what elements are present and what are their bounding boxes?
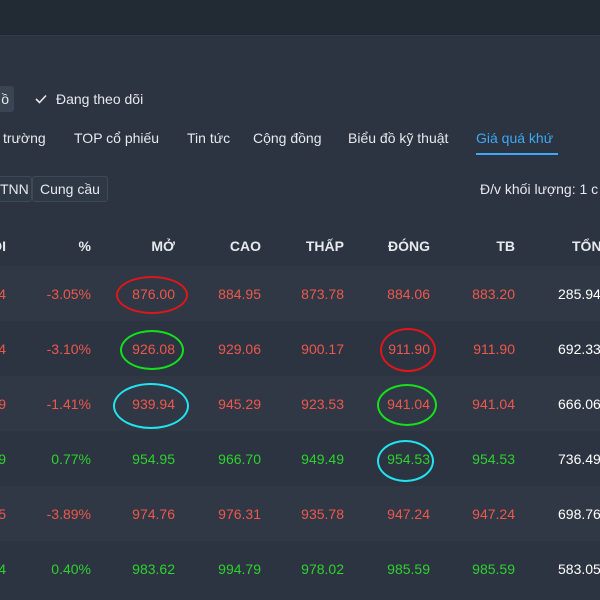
cell-close: 941.04 bbox=[387, 396, 430, 412]
cell-close: 911.90 bbox=[388, 341, 430, 357]
cell-percent: -3.05% bbox=[46, 286, 91, 302]
cell-close: 985.59 bbox=[387, 561, 430, 577]
cell-open: 939.94 bbox=[132, 396, 175, 412]
cell-low: 900.17 bbox=[301, 341, 344, 357]
cell-average: 954.53 bbox=[472, 451, 515, 467]
cell-change: 4 bbox=[0, 561, 6, 577]
cell-high: 976.31 bbox=[218, 506, 261, 522]
col-header-open: MỞ bbox=[151, 238, 175, 254]
cell-change: 5 bbox=[0, 506, 6, 522]
col-header-change: ỔI bbox=[0, 238, 6, 254]
cell-open: 974.76 bbox=[132, 506, 175, 522]
follow-label: Đang theo dõi bbox=[56, 91, 144, 107]
foreign-trade-button[interactable]: TNN bbox=[0, 176, 32, 202]
cell-average: 985.59 bbox=[472, 561, 515, 577]
cell-change: 9 bbox=[0, 396, 6, 412]
cell-percent: -3.10% bbox=[46, 341, 91, 357]
cell-average: 883.20 bbox=[472, 286, 515, 302]
tab-top-stocks[interactable]: TOP cổ phiếu bbox=[74, 130, 159, 146]
watch-toolbar: ồ Đang theo dõi bbox=[0, 84, 600, 114]
volume-unit-label: Đ/v khối lượng: 1 c bbox=[480, 181, 599, 197]
cell-high: 966.70 bbox=[218, 451, 261, 467]
cell-total: 666.06 bbox=[558, 396, 600, 412]
cell-change: 4 bbox=[0, 286, 6, 302]
cell-percent: -3.89% bbox=[46, 506, 91, 522]
cell-average: 941.04 bbox=[472, 396, 515, 412]
supply-demand-button[interactable]: Cung cầu bbox=[32, 176, 108, 202]
col-header-low: THẤP bbox=[305, 238, 344, 254]
supply-demand-label: Cung cầu bbox=[40, 181, 100, 197]
col-header-close: ĐÓNG bbox=[388, 238, 430, 254]
col-header-average: TB bbox=[496, 238, 515, 254]
cell-total: 692.33 bbox=[558, 341, 600, 357]
app-top-bar bbox=[0, 0, 600, 36]
cell-total: 736.49 bbox=[558, 451, 600, 467]
cell-close: 884.06 bbox=[387, 286, 430, 302]
table-row: 4 -3.10% 926.08 929.06 900.17 911.90 911… bbox=[0, 321, 600, 376]
price-history-table: 4 -3.05% 876.00 884.95 873.78 884.06 883… bbox=[0, 266, 600, 596]
tab-technical-chart[interactable]: Biểu đồ kỹ thuật bbox=[348, 130, 448, 146]
tab-market[interactable]: ị trường bbox=[0, 130, 46, 146]
cell-open: 983.62 bbox=[132, 561, 175, 577]
cell-low: 935.78 bbox=[301, 506, 344, 522]
cell-total: 583.05 bbox=[558, 561, 600, 577]
stock-tabs: ị trường TOP cổ phiếu Tin tức Cộng đồng … bbox=[0, 124, 600, 158]
table-row: 9 0.77% 954.95 966.70 949.49 954.53 954.… bbox=[0, 431, 600, 486]
table-row: 4 0.40% 983.62 994.79 978.02 985.59 985.… bbox=[0, 541, 600, 596]
table-row: 5 -3.89% 974.76 976.31 935.78 947.24 947… bbox=[0, 486, 600, 541]
tab-price-history[interactable]: Giá quá khứ bbox=[476, 130, 553, 146]
cell-total: 285.94 bbox=[558, 286, 600, 302]
cell-percent: -1.41% bbox=[46, 396, 91, 412]
cell-low: 923.53 bbox=[301, 396, 344, 412]
cell-change: 9 bbox=[0, 451, 6, 467]
tab-community[interactable]: Cộng đồng bbox=[253, 130, 322, 146]
foreign-trade-label: TNN bbox=[0, 181, 29, 197]
follow-button[interactable]: Đang theo dõi bbox=[34, 86, 143, 112]
cell-percent: 0.77% bbox=[51, 451, 91, 467]
cell-close: 954.53 bbox=[387, 451, 430, 467]
cell-average: 911.90 bbox=[473, 341, 515, 357]
cell-close: 947.24 bbox=[387, 506, 430, 522]
tab-news[interactable]: Tin tức bbox=[187, 130, 230, 146]
cell-percent: 0.40% bbox=[51, 561, 91, 577]
table-row: 9 -1.41% 939.94 945.29 923.53 941.04 941… bbox=[0, 376, 600, 431]
cell-high: 994.79 bbox=[218, 561, 261, 577]
cell-open: 876.00 bbox=[132, 286, 175, 302]
table-header: ỔI % MỞ CAO THẤP ĐÓNG TB TỔN bbox=[0, 222, 600, 266]
cell-change: 4 bbox=[0, 341, 6, 357]
cell-high: 884.95 bbox=[218, 286, 261, 302]
cell-average: 947.24 bbox=[472, 506, 515, 522]
compare-chip[interactable]: ồ bbox=[0, 86, 14, 112]
check-icon bbox=[35, 94, 47, 104]
col-header-total: TỔN bbox=[572, 238, 600, 254]
cell-low: 949.49 bbox=[301, 451, 344, 467]
filter-row: TNN Cung cầu Đ/v khối lượng: 1 c bbox=[0, 174, 600, 204]
cell-high: 945.29 bbox=[218, 396, 261, 412]
cell-open: 926.08 bbox=[132, 341, 175, 357]
cell-low: 978.02 bbox=[301, 561, 344, 577]
col-header-percent: % bbox=[78, 238, 91, 254]
col-header-high: CAO bbox=[229, 238, 261, 254]
active-tab-indicator bbox=[476, 153, 558, 155]
cell-open: 954.95 bbox=[132, 451, 175, 467]
cell-total: 698.76 bbox=[558, 506, 600, 522]
table-row: 4 -3.05% 876.00 884.95 873.78 884.06 883… bbox=[0, 266, 600, 321]
compare-chip-label: ồ bbox=[1, 91, 9, 107]
cell-high: 929.06 bbox=[218, 341, 261, 357]
cell-low: 873.78 bbox=[301, 286, 344, 302]
